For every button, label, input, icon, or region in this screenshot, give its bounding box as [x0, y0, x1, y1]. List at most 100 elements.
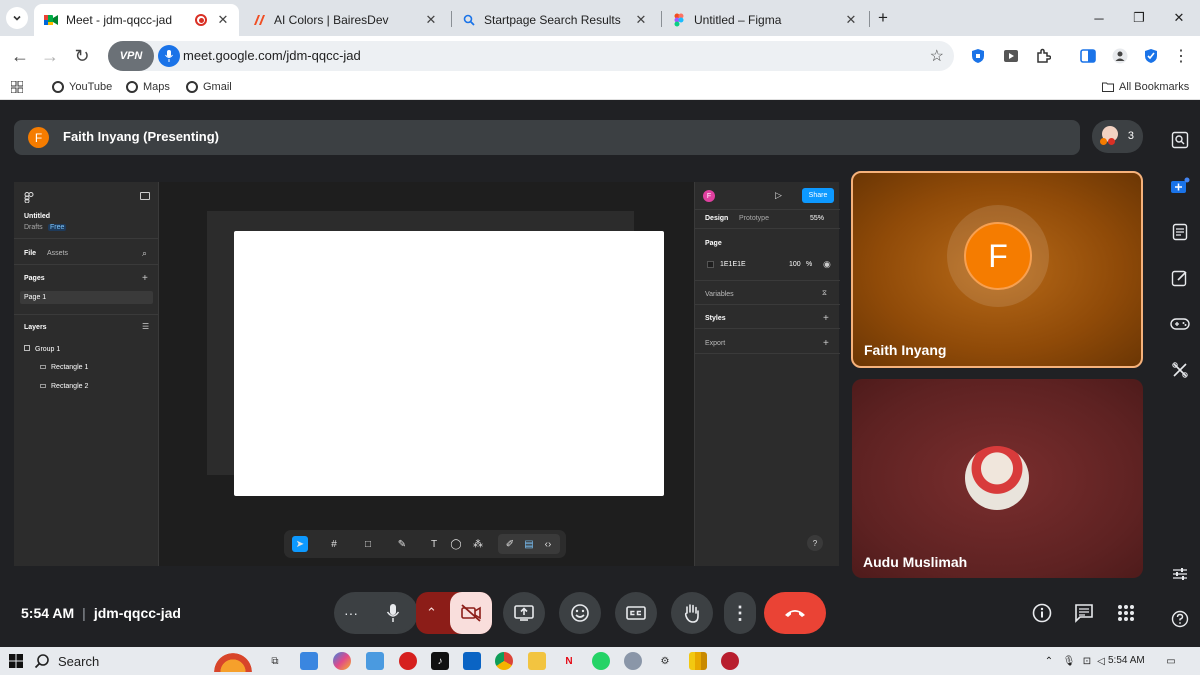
- add-page-icon[interactable]: +: [142, 273, 148, 284]
- add-style-icon[interactable]: +: [823, 313, 829, 324]
- camera-options-chevron-icon[interactable]: ⌃: [426, 605, 437, 621]
- activities-button[interactable]: [1114, 601, 1138, 625]
- frame-tool-icon[interactable]: #: [326, 536, 342, 552]
- layers-list-icon[interactable]: ☰: [142, 322, 149, 331]
- microphone-active-icon[interactable]: [158, 45, 180, 67]
- system-clock[interactable]: 5:54 AM: [1108, 655, 1145, 666]
- minimize-button[interactable]: ─: [1089, 8, 1109, 28]
- restore-button[interactable]: ❐: [1129, 8, 1149, 28]
- figma-user-avatar[interactable]: F: [703, 190, 715, 202]
- profile-icon[interactable]: [1110, 46, 1130, 66]
- tray-microphone-icon[interactable]: 🎙: [1060, 652, 1078, 670]
- task-view-icon[interactable]: ⧉: [266, 652, 284, 670]
- outlook-icon[interactable]: [463, 652, 481, 670]
- windows-start-icon[interactable]: [7, 652, 25, 670]
- participant-tile-faith[interactable]: F Faith Inyang: [851, 171, 1143, 368]
- eye-icon[interactable]: ◉: [823, 259, 831, 270]
- layer-rectangle[interactable]: Rectangle 2: [40, 383, 88, 390]
- reload-button[interactable]: ↻: [70, 44, 94, 68]
- vpn-badge[interactable]: VPN: [108, 41, 154, 71]
- notes-icon[interactable]: [1169, 221, 1191, 243]
- move-tool-icon[interactable]: ➤: [292, 536, 308, 552]
- meeting-details-button[interactable]: [1030, 601, 1054, 625]
- search-icon[interactable]: ⌕: [142, 248, 147, 259]
- page-item-selected[interactable]: Page 1: [20, 291, 153, 304]
- reactions-button[interactable]: [559, 592, 601, 634]
- figma-file-name[interactable]: Untitled: [24, 213, 50, 220]
- video-extension-icon[interactable]: [1001, 46, 1021, 66]
- participants-button[interactable]: 3: [1092, 120, 1143, 153]
- captions-button[interactable]: [615, 592, 657, 634]
- apps-grid-icon[interactable]: [11, 81, 23, 93]
- close-tab-icon[interactable]: ✕: [843, 12, 859, 28]
- widgets-icon[interactable]: [300, 652, 318, 670]
- edit-notes-icon[interactable]: [1169, 267, 1191, 289]
- figma-tab-assets[interactable]: Assets: [47, 250, 68, 257]
- microphone-button[interactable]: [372, 592, 414, 634]
- chat-button[interactable]: [1072, 601, 1096, 625]
- side-panel-icon[interactable]: [1078, 46, 1098, 66]
- design-mode-icon[interactable]: ▤: [521, 536, 537, 552]
- text-tool-icon[interactable]: T: [426, 536, 442, 552]
- bookmark-youtube[interactable]: YouTube: [52, 81, 112, 93]
- figma-tab-file[interactable]: File: [24, 250, 36, 257]
- more-options-button[interactable]: ⋮: [724, 592, 756, 634]
- page-opacity-value[interactable]: 100: [789, 261, 801, 268]
- tab-search-button[interactable]: [6, 7, 28, 29]
- settings-sliders-icon[interactable]: [1169, 563, 1191, 585]
- tab-startpage[interactable]: Startpage Search Results ✕: [452, 4, 657, 36]
- whatsapp-icon[interactable]: [592, 652, 610, 670]
- actions-tool-icon[interactable]: ⁂: [470, 536, 486, 552]
- variables-icon[interactable]: ⧖: [822, 290, 827, 298]
- panel-toggle-icon[interactable]: [140, 192, 150, 200]
- bookmark-maps[interactable]: Maps: [126, 81, 170, 93]
- tab-ai-colors[interactable]: AI Colors | BairesDev ✕: [242, 4, 447, 36]
- opera-icon[interactable]: [399, 652, 417, 670]
- participant-tile-audu[interactable]: Audu Muslimah: [852, 379, 1143, 578]
- color-swatch[interactable]: [707, 261, 714, 268]
- page-color-value[interactable]: 1E1E1E: [720, 261, 746, 268]
- forward-button[interactable]: →: [38, 44, 62, 68]
- file-explorer-icon[interactable]: [528, 652, 546, 670]
- shield-extension-icon[interactable]: [968, 46, 988, 66]
- address-bar[interactable]: VPN meet.google.com/jdm-qqcc-jad ☆: [108, 41, 954, 71]
- weather-widget-icon[interactable]: [211, 650, 255, 672]
- share-button[interactable]: Share: [802, 188, 834, 203]
- close-tab-icon[interactable]: ✕: [215, 12, 231, 28]
- layer-rectangle[interactable]: Rectangle 1: [40, 364, 88, 371]
- chrome-icon[interactable]: [495, 652, 513, 670]
- close-tab-icon[interactable]: ✕: [633, 12, 649, 28]
- present-play-icon[interactable]: ▷: [775, 190, 782, 201]
- meeting-code[interactable]: jdm-qqcc-jad: [94, 605, 181, 621]
- rectangle-tool-icon[interactable]: □: [360, 536, 376, 552]
- tiktok-icon[interactable]: ♪: [431, 652, 449, 670]
- power-bi-icon[interactable]: [689, 652, 707, 670]
- taskbar-search[interactable]: Search: [34, 650, 204, 672]
- gemini-add-icon[interactable]: [1169, 175, 1191, 197]
- help-icon[interactable]: [1169, 608, 1191, 630]
- add-export-icon[interactable]: +: [823, 338, 829, 349]
- tab-meet[interactable]: Meet - jdm-qqcc-jad ✕: [34, 4, 239, 36]
- search-icon[interactable]: [1169, 129, 1191, 151]
- tab-prototype[interactable]: Prototype: [739, 215, 769, 222]
- chrome-profile-icon[interactable]: [624, 652, 642, 670]
- dev-mode-icon[interactable]: ‹›: [540, 536, 556, 552]
- more-menu-icon[interactable]: ⋮: [1171, 46, 1191, 66]
- activities-gamepad-icon[interactable]: [1169, 313, 1191, 335]
- draw-mode-icon[interactable]: ✐: [502, 536, 518, 552]
- netflix-icon[interactable]: N: [560, 652, 578, 670]
- tray-chevron-icon[interactable]: ⌃: [1040, 652, 1058, 670]
- notifications-icon[interactable]: ▭: [1162, 652, 1180, 670]
- security-check-icon[interactable]: [1141, 46, 1161, 66]
- layer-group[interactable]: Group 1: [24, 345, 60, 353]
- close-window-button[interactable]: ✕: [1169, 8, 1189, 28]
- help-button[interactable]: ?: [807, 535, 823, 551]
- tab-design[interactable]: Design: [705, 215, 728, 222]
- tab-figma[interactable]: Untitled – Figma ✕: [662, 4, 867, 36]
- bookmark-gmail[interactable]: Gmail: [186, 81, 232, 93]
- comment-tool-icon[interactable]: ◯: [448, 536, 464, 552]
- copilot-icon[interactable]: [333, 652, 351, 670]
- tools-icon[interactable]: [1169, 359, 1191, 381]
- puzzle-extensions-icon[interactable]: [1033, 46, 1053, 66]
- raise-hand-button[interactable]: [671, 592, 713, 634]
